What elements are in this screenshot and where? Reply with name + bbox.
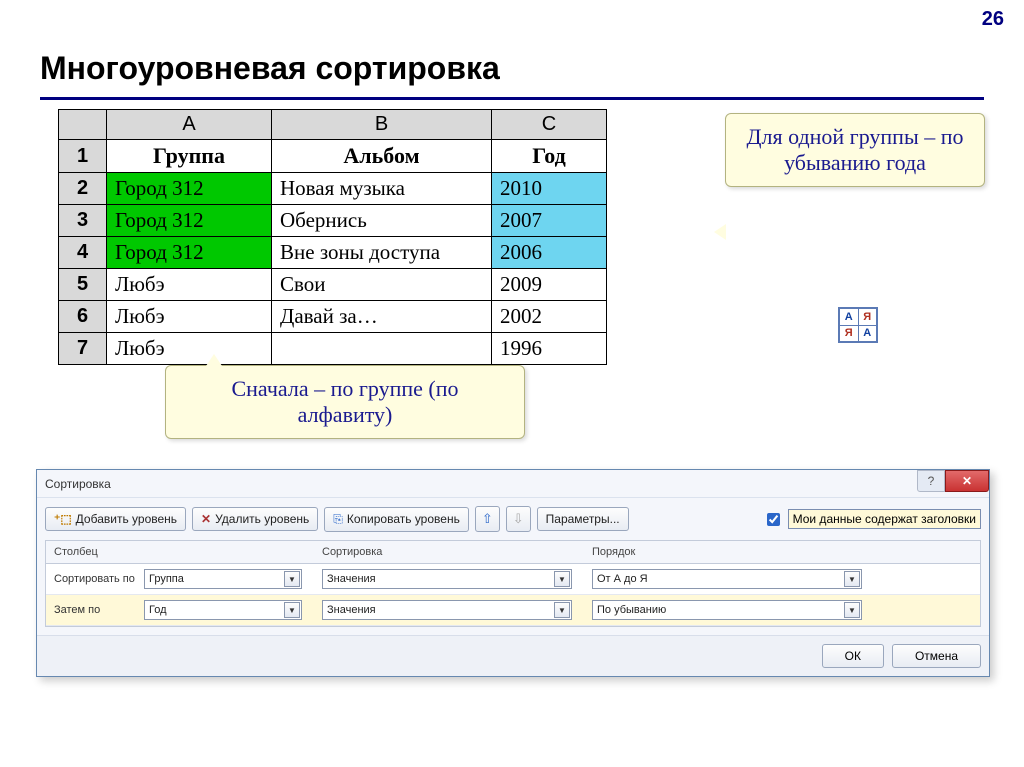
- row1-order-dropdown[interactable]: От А до Я▼: [592, 569, 862, 589]
- cell-a7[interactable]: Любэ: [107, 333, 272, 365]
- cell-a5[interactable]: Любэ: [107, 269, 272, 301]
- ok-button[interactable]: ОК: [822, 644, 884, 668]
- row-header-4[interactable]: 4: [59, 237, 107, 269]
- header-album[interactable]: Альбом: [272, 140, 492, 173]
- cell-c7[interactable]: 1996: [492, 333, 607, 365]
- cell-b3[interactable]: Обернись: [272, 205, 492, 237]
- header-year[interactable]: Год: [492, 140, 607, 173]
- row-header-6[interactable]: 6: [59, 301, 107, 333]
- copy-level-button[interactable]: ⎘Копировать уровень: [324, 507, 469, 532]
- grid-header-order: Порядок: [584, 541, 980, 563]
- col-header-a[interactable]: A: [107, 110, 272, 140]
- close-icon[interactable]: ✕: [945, 470, 989, 492]
- col-header-c[interactable]: C: [492, 110, 607, 140]
- grid-header-column: Столбец: [46, 541, 314, 563]
- headers-checkbox-label[interactable]: Мои данные содержат заголовки: [788, 509, 981, 529]
- row-header-2[interactable]: 2: [59, 173, 107, 205]
- cell-b4[interactable]: Вне зоны доступа: [272, 237, 492, 269]
- row-header-5[interactable]: 5: [59, 269, 107, 301]
- caret-icon: ▼: [284, 571, 300, 587]
- headers-checkbox-wrap: Мои данные содержат заголовки: [763, 509, 981, 529]
- sort-levels-grid: Столбец Сортировка Порядок Сортировать п…: [45, 540, 981, 627]
- params-button[interactable]: Параметры...: [537, 507, 629, 531]
- delete-icon: ✕: [201, 512, 211, 526]
- headers-checkbox[interactable]: [767, 513, 780, 526]
- row1-column-dropdown[interactable]: Группа▼: [144, 569, 302, 589]
- callout-year-desc: Для одной группы – по убыванию года: [725, 113, 985, 187]
- row2-column-dropdown[interactable]: Год▼: [144, 600, 302, 620]
- caret-icon: ▼: [284, 602, 300, 618]
- cell-b6[interactable]: Давай за…: [272, 301, 492, 333]
- arrow-up-icon: ⇧: [482, 511, 493, 527]
- caret-icon: ▼: [844, 571, 860, 587]
- dialog-titlebar[interactable]: Сортировка ? ✕: [37, 470, 989, 498]
- row2-sort-dropdown[interactable]: Значения▼: [322, 600, 572, 620]
- cell-a2[interactable]: Город 312: [107, 173, 272, 205]
- page-number: 26: [982, 8, 1004, 31]
- cancel-button[interactable]: Отмена: [892, 644, 981, 668]
- row1-sort-dropdown[interactable]: Значения▼: [322, 569, 572, 589]
- add-level-button[interactable]: ⁺⬚Добавить уровень: [45, 507, 186, 531]
- sort-dialog: Сортировка ? ✕ ⁺⬚Добавить уровень ✕Удали…: [36, 469, 990, 677]
- cell-a6[interactable]: Любэ: [107, 301, 272, 333]
- page-title: Многоуровневая сортировка: [40, 50, 500, 87]
- add-icon: ⁺⬚: [54, 512, 72, 526]
- copy-icon: ⎘: [333, 512, 343, 527]
- sort-level-row-2[interactable]: Затем по Год▼ Значения▼ По убыванию▼: [46, 595, 980, 626]
- cell-c5[interactable]: 2009: [492, 269, 607, 301]
- caret-icon: ▼: [554, 571, 570, 587]
- row2-order-dropdown[interactable]: По убыванию▼: [592, 600, 862, 620]
- col-header-b[interactable]: B: [272, 110, 492, 140]
- move-up-button[interactable]: ⇧: [475, 506, 500, 532]
- spreadsheet: A B C 1 Группа Альбом Год 2 Город 312 Но…: [58, 109, 607, 365]
- help-icon[interactable]: ?: [917, 470, 945, 492]
- caret-icon: ▼: [554, 602, 570, 618]
- cell-b2[interactable]: Новая музыка: [272, 173, 492, 205]
- cell-a3[interactable]: Город 312: [107, 205, 272, 237]
- sort-az-icon[interactable]: АЯ ЯА: [838, 307, 878, 343]
- caret-icon: ▼: [844, 602, 860, 618]
- row-header-7[interactable]: 7: [59, 333, 107, 365]
- delete-level-button[interactable]: ✕Удалить уровень: [192, 507, 318, 531]
- sheet-corner: [59, 110, 107, 140]
- arrow-down-icon: ⇩: [513, 511, 524, 527]
- row2-label: Затем по: [46, 599, 144, 621]
- row1-label: Сортировать по: [46, 568, 144, 590]
- dialog-footer: ОК Отмена: [37, 635, 989, 676]
- cell-c6[interactable]: 2002: [492, 301, 607, 333]
- cell-a4[interactable]: Город 312: [107, 237, 272, 269]
- grid-header-sort: Сортировка: [314, 541, 584, 563]
- cell-b5[interactable]: Свои: [272, 269, 492, 301]
- row-header-3[interactable]: 3: [59, 205, 107, 237]
- dialog-toolbar: ⁺⬚Добавить уровень ✕Удалить уровень ⎘Коп…: [37, 498, 989, 540]
- sort-level-row-1[interactable]: Сортировать по Группа▼ Значения▼ От А до…: [46, 564, 980, 595]
- title-underline: [40, 97, 984, 100]
- dialog-title: Сортировка: [45, 477, 111, 491]
- callout-group-alpha: Сначала – по группе (по алфавиту): [165, 365, 525, 439]
- cell-c4[interactable]: 2006: [492, 237, 607, 269]
- cell-c2[interactable]: 2010: [492, 173, 607, 205]
- row-header-1[interactable]: 1: [59, 140, 107, 173]
- move-down-button[interactable]: ⇩: [506, 506, 531, 532]
- cell-c3[interactable]: 2007: [492, 205, 607, 237]
- header-group[interactable]: Группа: [107, 140, 272, 173]
- cell-b7[interactable]: [272, 333, 492, 365]
